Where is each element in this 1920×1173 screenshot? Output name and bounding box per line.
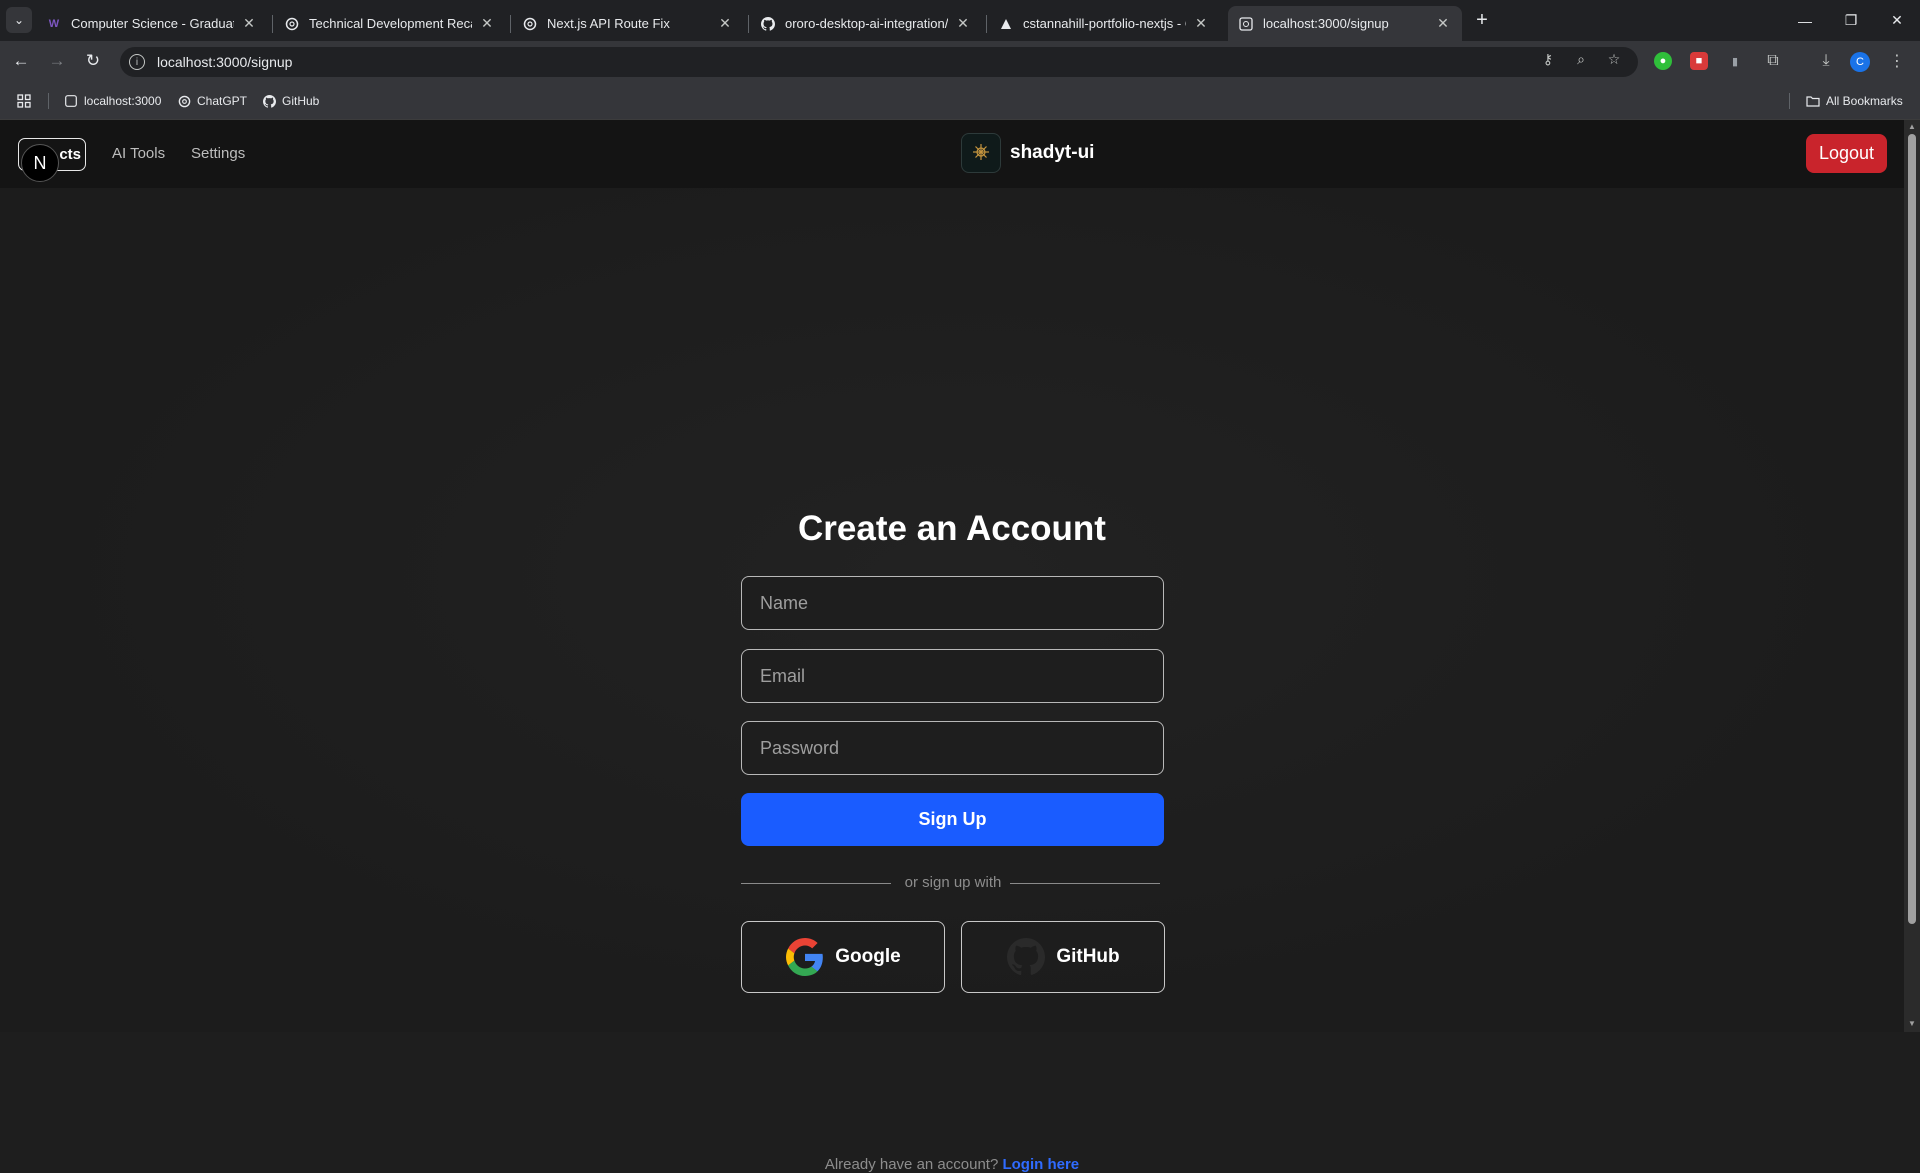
chatgpt-icon [522,16,538,32]
apps-grid-icon[interactable] [17,91,31,111]
bookmark-label: ChatGPT [197,94,248,108]
minimize-icon[interactable]: — [1782,0,1828,41]
extension-gray-icon[interactable]: ▮ [1726,52,1744,70]
tab-separator [748,15,749,33]
close-icon[interactable]: ✕ [954,15,972,33]
nav-projects-label: cts [59,146,81,163]
browser-tab[interactable]: cstannahill-portfolio-nextjs - O ✕ [988,6,1220,41]
browser-tab-active[interactable]: localhost:3000/signup ✕ [1228,6,1462,41]
google-label: Google [835,946,901,967]
nav-link-ai-tools[interactable]: AI Tools [112,145,165,162]
close-icon[interactable]: ✕ [478,15,496,33]
nextjs-favicon-icon [64,94,78,108]
vercel-icon [998,16,1014,32]
menu-kebab-icon[interactable]: ⋮ [1885,49,1909,73]
profile-avatar[interactable]: C [1850,52,1870,72]
bookmark-separator [1789,93,1790,109]
login-link[interactable]: Login here [1002,1156,1079,1173]
tab-separator [986,15,987,33]
bookmark-separator [48,93,49,109]
brand-logo-icon [961,133,1001,173]
login-prompt: Already have an account? Login here [700,1156,1204,1173]
tab-title: Technical Development Recap [309,16,472,31]
scroll-up-arrow-icon[interactable]: ▲ [1908,123,1916,131]
brand-name: shadyt-ui [1010,142,1095,163]
all-bookmarks-button[interactable]: All Bookmarks [1806,91,1903,111]
github-signup-button[interactable]: GitHub [961,921,1165,993]
bookmark-chatgpt[interactable]: ChatGPT [177,91,247,111]
url-text[interactable]: localhost:3000/signup [157,54,292,70]
browser-tab[interactable]: W Computer Science - Graduate P ✕ [36,6,268,41]
browser-toolbar: ← → ↻ i localhost:3000/signup ⚷ ⌕ ☆ ● ■ … [0,41,1920,81]
github-icon [1006,937,1046,977]
tab-title: ororo-desktop-ai-integration/R [785,16,948,31]
divider-text: or sign up with [904,874,1002,891]
close-icon[interactable]: ✕ [240,15,258,33]
sign-up-button[interactable]: Sign Up [741,793,1164,846]
extension-green-icon[interactable]: ● [1654,52,1672,70]
new-tab-icon[interactable]: + [1470,8,1494,32]
tab-separator [510,15,511,33]
google-signup-button[interactable]: Google [741,921,945,993]
scroll-down-arrow-icon[interactable]: ▼ [1908,1020,1916,1028]
close-icon[interactable]: ✕ [1434,15,1452,33]
bookmark-localhost[interactable]: localhost:3000 [64,91,161,111]
page-scrollbar[interactable]: ▲ ▼ [1904,120,1920,1032]
email-field[interactable] [741,649,1164,703]
page-title: Create an Account [798,509,1106,548]
tab-title: localhost:3000/signup [1263,16,1389,31]
reload-icon[interactable]: ↻ [80,48,106,74]
back-icon[interactable]: ← [8,48,34,74]
all-bookmarks-label: All Bookmarks [1826,94,1903,108]
chatgpt-icon [284,16,300,32]
scrollbar-thumb[interactable] [1908,134,1916,924]
google-icon [785,937,825,977]
password-key-icon[interactable]: ⚷ [1538,49,1558,69]
tab-title: Computer Science - Graduate P [71,16,234,31]
close-window-icon[interactable]: ✕ [1874,0,1920,41]
tab-search-icon[interactable]: ⌄ [6,7,32,33]
tab-title: cstannahill-portfolio-nextjs - O [1023,16,1186,31]
nextjs-favicon-icon [1238,16,1254,32]
download-icon[interactable]: ⤓ [1814,49,1838,73]
browser-tab-strip: ⌄ W Computer Science - Graduate P ✕ Tech… [0,0,1920,41]
bookmark-label: localhost:3000 [84,94,162,108]
nextjs-dev-indicator[interactable]: N [21,144,59,182]
close-icon[interactable]: ✕ [716,15,734,33]
browser-tab[interactable]: ororo-desktop-ai-integration/R ✕ [750,6,982,41]
bookmark-label: GitHub [282,94,320,108]
browser-tab[interactable]: Next.js API Route Fix ✕ [512,6,744,41]
brand[interactable]: shadyt-ui [961,133,1094,173]
zoom-icon[interactable]: ⌕ [1571,49,1591,69]
tab-separator [272,15,273,33]
folder-icon [1806,94,1820,108]
name-field[interactable] [741,576,1164,630]
tab-title: Next.js API Route Fix [547,16,670,31]
extensions-puzzle-icon[interactable]: ⧉ [1761,49,1785,73]
github-icon [262,94,276,108]
chatgpt-icon [177,94,191,108]
divider-line-left [741,883,891,884]
nav-link-settings[interactable]: Settings [191,145,245,162]
divider-line-right [1010,883,1160,884]
page-viewport: cts N AI Tools Settings shadyt-ui Logout… [0,120,1904,1173]
bookmark-star-icon[interactable]: ☆ [1604,49,1624,69]
login-prompt-text: Already have an account? [824,1156,999,1173]
restore-icon[interactable]: ❐ [1828,0,1874,41]
github-icon [760,16,776,32]
site-info-icon[interactable]: i [129,54,145,70]
forward-icon[interactable]: → [44,48,70,74]
extension-red-icon[interactable]: ■ [1690,52,1708,70]
w-favicon-icon: W [48,17,60,30]
github-label: GitHub [1056,946,1120,967]
address-bar[interactable]: i localhost:3000/signup [120,47,1638,77]
password-field[interactable] [741,721,1164,775]
bookmarks-bar: localhost:3000 ChatGPT GitHub All Bookma… [0,81,1920,120]
app-navbar: cts N AI Tools Settings shadyt-ui Logout [0,120,1904,188]
browser-tab[interactable]: Technical Development Recap ✕ [274,6,506,41]
bookmark-github[interactable]: GitHub [262,91,319,111]
close-icon[interactable]: ✕ [1192,15,1210,33]
signup-form: Create an Account Sign Up or sign up wit… [700,370,1200,1173]
logout-button[interactable]: Logout [1806,134,1887,173]
